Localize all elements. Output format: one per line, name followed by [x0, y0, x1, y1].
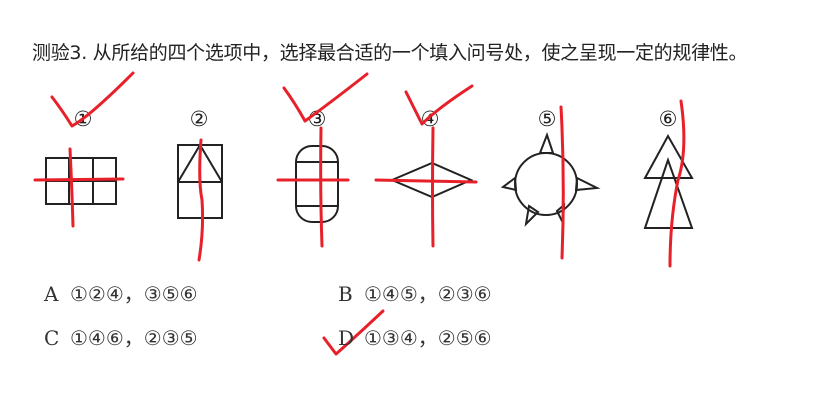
figure-label-2: ②: [190, 107, 209, 131]
option-letter: D: [338, 326, 355, 350]
figure-label-5: ⑤: [538, 107, 557, 131]
option-text: ①④⑤，②③⑥: [364, 282, 492, 306]
red-strike-figure-1: [33, 147, 125, 228]
option-d[interactable]: D ①③④，②⑤⑥: [338, 322, 492, 351]
option-text: ①③④，②⑤⑥: [364, 326, 492, 350]
check-mark-figure-1: [50, 71, 135, 128]
figure-5-spiked-circle: [500, 132, 601, 227]
red-strike-figure-5: [559, 105, 565, 260]
red-strike-figure-4: [374, 126, 478, 248]
figure-3-capsule: [295, 145, 339, 223]
option-letter: B: [338, 282, 353, 306]
option-c[interactable]: C ①④⑥，②③⑤: [44, 322, 198, 351]
red-strike-figure-2: [197, 138, 205, 262]
option-text: ①②④，③⑤⑥: [70, 282, 198, 306]
figure-label-6: ⑥: [659, 107, 678, 131]
option-b[interactable]: B ①④⑤，②③⑥: [338, 278, 492, 307]
option-text: ①④⑥，②③⑤: [70, 326, 198, 350]
option-letter: C: [44, 326, 60, 350]
option-a[interactable]: A ①②④，③⑤⑥: [44, 278, 198, 307]
option-letter: A: [44, 282, 59, 306]
